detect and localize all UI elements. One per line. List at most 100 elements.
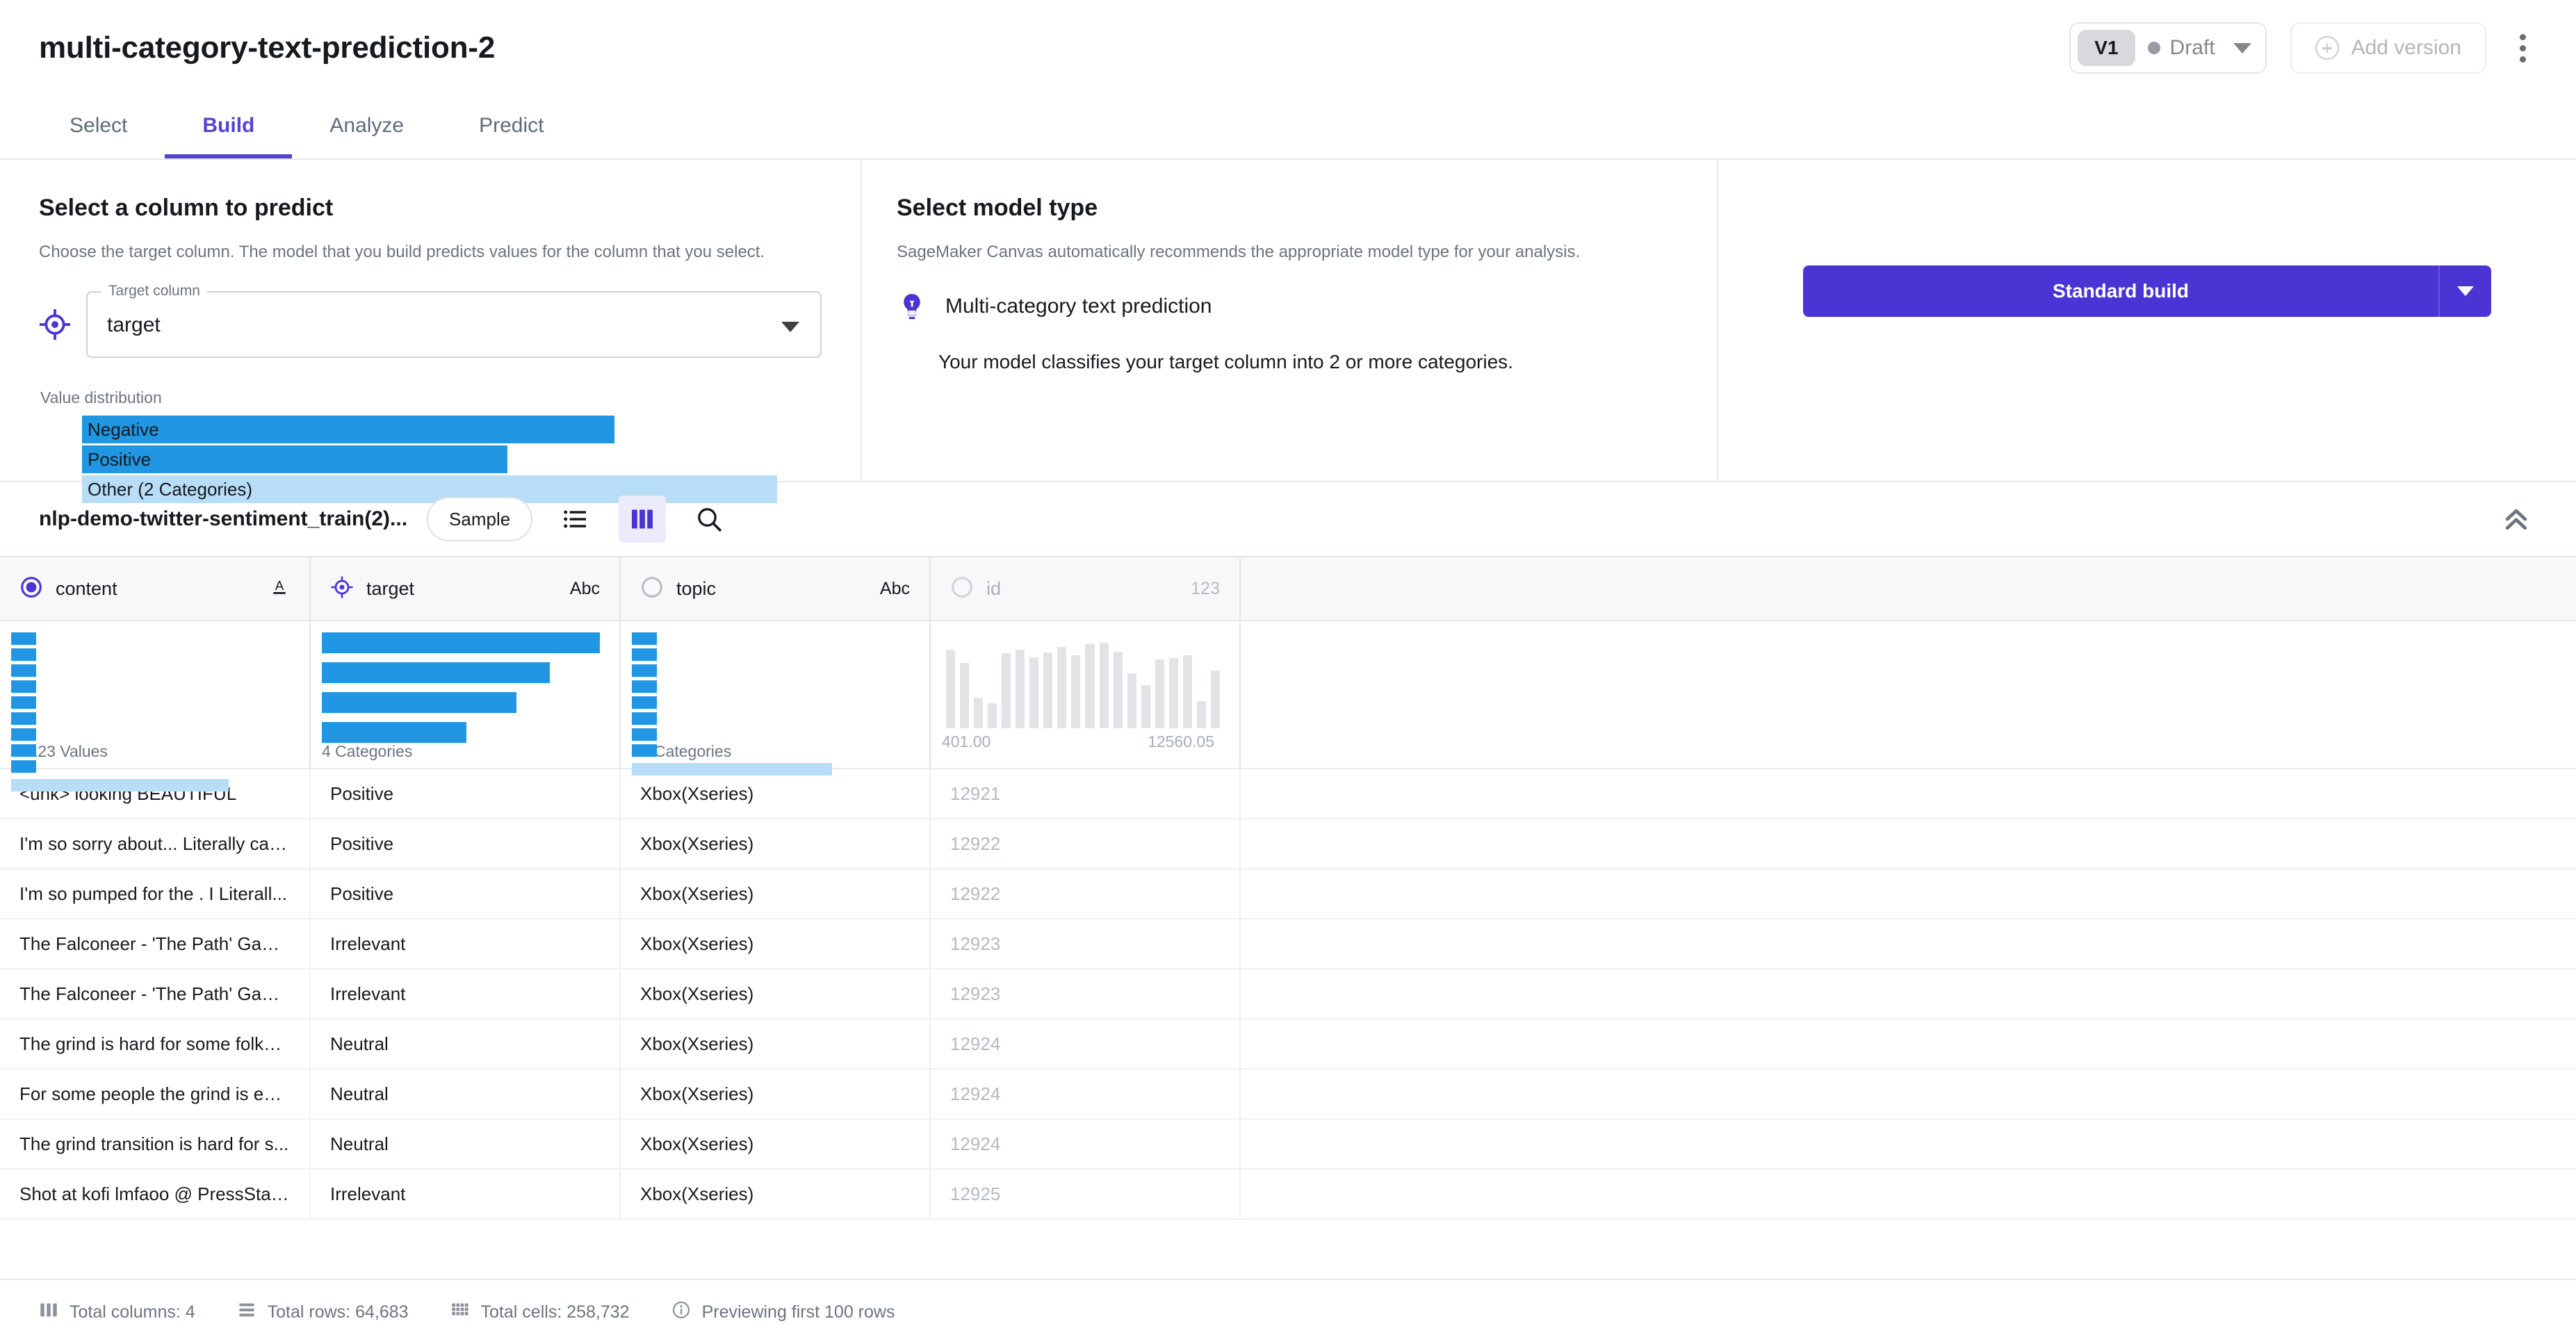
id-range-caption: 401.00 12560.05: [942, 732, 1220, 751]
category-bar: [632, 664, 657, 677]
cell-content: Shot at kofi lmfaoo @ PressStar...: [0, 1169, 311, 1220]
target-column-panel: Select a column to predict Choose the ta…: [0, 160, 862, 504]
target-panel-heading: Select a column to predict: [39, 195, 334, 221]
tab-analyze[interactable]: Analyze: [292, 115, 441, 158]
category-bar: [11, 696, 37, 709]
model-type-description: Your model classifies your target column…: [938, 351, 1513, 373]
cell-topic: Xbox(Xseries): [620, 1069, 931, 1120]
table-row[interactable]: The grind transition is hard for s... Neu…: [0, 1119, 2576, 1170]
version-selector[interactable]: V1 Draft: [2069, 22, 2267, 74]
preview-note-stat: Previewing first 100 rows: [671, 1300, 895, 1325]
data-preview-table: content A target Abc topic Abc id 123 19…: [0, 556, 2576, 1220]
cell-target: Irrelevant: [310, 969, 621, 1019]
target-distribution-chart: [322, 632, 600, 743]
chevron-down-icon[interactable]: [2233, 42, 2251, 54]
collapse-panel-button[interactable]: [2494, 497, 2538, 541]
cell-topic: Xbox(Xseries): [620, 1119, 931, 1170]
more-options-button[interactable]: [2510, 27, 2536, 69]
profile-cell-target: 4 Categories: [310, 621, 621, 769]
total-cells-stat: Total cells: 258,732: [450, 1300, 630, 1325]
cell-content: The grind transition is hard for s...: [0, 1119, 311, 1170]
topic-category-bars: [632, 632, 910, 776]
column-view-button[interactable]: [619, 495, 667, 543]
search-button[interactable]: [685, 495, 733, 543]
distribution-bar-label: Negative: [88, 418, 159, 440]
add-version-button[interactable]: Add version: [2290, 22, 2486, 74]
cell-topic: Xbox(Xseries): [620, 1169, 931, 1220]
cell-target: Positive: [310, 819, 621, 869]
column-header-label: content: [56, 577, 117, 599]
radio-unselected-icon[interactable]: [950, 575, 974, 603]
column-header-label: id: [986, 577, 1002, 599]
histogram-bar: [974, 697, 984, 728]
page-title: multi-category-text-prediction-2: [39, 31, 496, 65]
table-row[interactable]: For some people the grind is eve... Neutr…: [0, 1069, 2576, 1120]
target-category-bars: [322, 632, 600, 748]
cell-spacer: [1240, 869, 2576, 919]
cell-content: For some people the grind is eve...: [0, 1069, 311, 1120]
cell-spacer: [1240, 769, 2576, 819]
table-row[interactable]: The Falconeer - 'The Path' Game... Irrele…: [0, 969, 2576, 1019]
standard-build-button[interactable]: Standard build: [1803, 265, 2438, 317]
column-header-topic[interactable]: topic Abc: [620, 556, 931, 621]
total-rows-label: Total rows: 64,683: [267, 1302, 409, 1322]
column-type-abc-label: Abc: [569, 578, 600, 598]
column-header-id[interactable]: id 123: [930, 556, 1241, 621]
tab-predict[interactable]: Predict: [441, 115, 581, 158]
table-row[interactable]: The Falconeer - 'The Path' Game... Irrele…: [0, 919, 2576, 969]
model-panel-description: SageMaker Canvas automatically recommend…: [897, 243, 1581, 261]
build-options-dropdown[interactable]: [2438, 265, 2491, 317]
category-bar: [11, 760, 37, 773]
histogram-bar: [988, 703, 997, 728]
histogram-bar: [1182, 655, 1192, 728]
workflow-tabs: Select Build Analyze Predict: [0, 96, 2576, 160]
cell-target: Neutral: [310, 1019, 621, 1070]
chevron-down-icon[interactable]: [781, 322, 799, 333]
table-row[interactable]: Shot at kofi lmfaoo @ PressStar... Irrele…: [0, 1169, 2576, 1220]
cell-id: 12924: [930, 1019, 1241, 1070]
list-view-button[interactable]: [552, 495, 599, 543]
radio-unselected-icon[interactable]: [640, 575, 664, 603]
category-bar: [322, 722, 466, 743]
status-bar: Total columns: 4 Total rows: 64,683 Tota…: [0, 1279, 2576, 1344]
rows-icon: [237, 1300, 256, 1325]
version-badge: V1: [2078, 30, 2135, 66]
id-histogram-chart: [942, 632, 1220, 728]
radio-selected-icon[interactable]: [19, 575, 43, 603]
category-bar: [632, 744, 657, 757]
table-row[interactable]: I'm so sorry about... Literally can... Po…: [0, 819, 2576, 869]
app-root: multi-category-text-prediction-2 V1 Draf…: [0, 0, 2576, 1344]
column-header-target[interactable]: target Abc: [310, 556, 621, 621]
category-bar: [11, 712, 37, 725]
histogram-bar: [1155, 659, 1164, 728]
table-row[interactable]: The grind is hard for some folks ... Neut…: [0, 1019, 2576, 1070]
topic-distribution-chart: [632, 632, 910, 776]
cell-id: 12925: [930, 1169, 1241, 1220]
svg-text:A: A: [275, 578, 284, 593]
tab-build[interactable]: Build: [165, 115, 293, 158]
cell-topic: Xbox(Xseries): [620, 769, 931, 819]
sample-button[interactable]: Sample: [427, 497, 533, 541]
category-bar: [632, 728, 657, 741]
table-row[interactable]: I'm so pumped for the . I Literall... Pos…: [0, 869, 2576, 919]
histogram-bar: [1168, 658, 1178, 728]
tab-select[interactable]: Select: [32, 115, 165, 158]
target-column-select[interactable]: Target column target: [86, 283, 822, 359]
value-distribution-label: Value distribution: [40, 388, 162, 407]
histogram-bar: [1113, 651, 1123, 728]
status-dot-icon: [2147, 42, 2160, 54]
category-bar-other: [11, 779, 229, 792]
id-min-value: 401.00: [942, 732, 991, 751]
cell-content: I'm so pumped for the . I Literall...: [0, 869, 311, 919]
kebab-dot-icon: [2520, 56, 2526, 63]
plus-circle-icon: [2315, 36, 2339, 60]
histogram-bar: [1029, 657, 1039, 728]
cell-spacer: [1240, 1119, 2576, 1170]
top-header: multi-category-text-prediction-2 V1 Draf…: [0, 0, 2576, 96]
histogram-bar: [1210, 671, 1220, 728]
target-crosshair-icon[interactable]: [330, 575, 354, 603]
profile-cell-content: 19123 Values: [0, 621, 311, 792]
table-row[interactable]: <unk> looking BEAUTIFUL Positive Xbox(Xser…: [0, 769, 2576, 819]
column-header-content[interactable]: content A: [0, 556, 311, 621]
cell-target: Irrelevant: [310, 919, 621, 969]
